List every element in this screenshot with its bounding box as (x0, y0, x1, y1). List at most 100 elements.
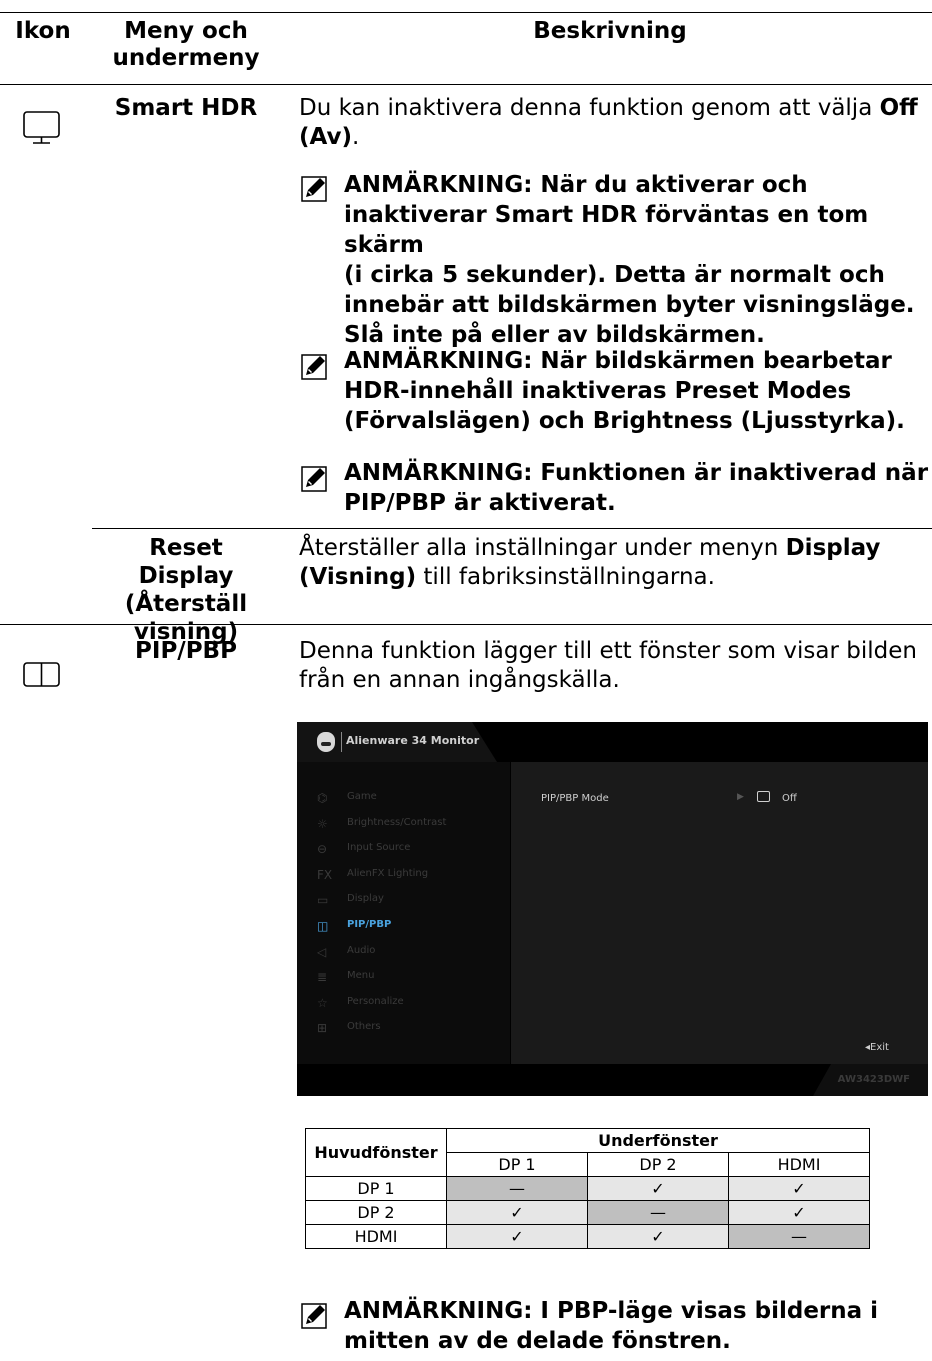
row-separator (92, 528, 932, 529)
osd-content-panel (511, 762, 928, 1064)
osd-screenshot: Alienware 34 Monitor ⌬ Game ☼ Brightness/Co… (297, 722, 928, 1096)
osd-menu-item-label: Input Source (347, 842, 411, 854)
header-menu-line2: undermeny (112, 45, 260, 71)
pip-pbp-mode-value[interactable]: Off (782, 793, 797, 804)
note-pip-pbp-disabled: ANMÄRKNING: Funktionen är inaktiverad nä… (344, 458, 929, 518)
pip-pbp-compatibility-table: Huvudfönster Underfönster DP 1 DP 2 HDMI… (305, 1128, 870, 1249)
note-line: (Förvalslägen) och Brightness (Ljusstyrk… (344, 408, 905, 434)
smart-hdr-description: Du kan inaktivera denna funktion genom a… (299, 94, 924, 152)
table-row: DP 1 — ✓ ✓ (305, 1176, 870, 1201)
osd-menu-item-others[interactable]: ⊞ Others (317, 1020, 507, 1036)
display-icon: ▭ (317, 893, 329, 908)
header-menu-column: Meny och undermeny (100, 18, 272, 72)
pip-pbp-mode-label[interactable]: PIP/PBP Mode (541, 793, 609, 804)
row-label: DP 1 (305, 1176, 447, 1201)
osd-menu-item-brightness-contrast[interactable]: ☼ Brightness/Contrast (317, 816, 507, 832)
column-header: DP 1 (446, 1152, 588, 1177)
note-line: (i cirka 5 sekunder). Detta är normalt o… (344, 262, 885, 288)
note-hdr-content: ANMÄRKNING: När bildskärmen bearbetar HD… (344, 346, 929, 436)
pip-desc-line2: från en annan ingångskälla. (299, 667, 620, 693)
reset-desc-bold1: Display (785, 535, 881, 561)
osd-menu-item-personalize[interactable]: ☆ Personalize (317, 995, 507, 1011)
column-header: HDMI (728, 1152, 870, 1177)
osd-menu-item-pip-pbp[interactable]: ◫ PIP/PBP (317, 918, 507, 934)
osd-menu-item-alienfx-lighting[interactable]: FX AlienFX Lighting (317, 867, 507, 883)
alienfx-icon: FX (317, 867, 333, 882)
osd-brand-title: Alienware 34 Monitor (346, 734, 480, 747)
note-line: PIP/PBP är aktiverat. (344, 490, 616, 516)
table-row: HDMI ✓ ✓ — (305, 1224, 870, 1249)
reset-display-description: Återställer alla inställningar under men… (299, 534, 924, 592)
window-off-icon (757, 791, 770, 802)
note-line: HDR-innehåll inaktiveras Preset Modes (344, 378, 852, 404)
note-pbp-centered: ANMÄRKNING: I PBP-läge visas bilderna i … (344, 1296, 929, 1356)
note-line: innebär att bildskärmen byter visningslä… (344, 292, 915, 318)
table-cell: — (446, 1176, 588, 1201)
osd-menu-item-label: Display (347, 893, 384, 905)
chevron-right-icon: ▶ (737, 792, 744, 802)
osd-menu-item-label: Others (347, 1021, 381, 1033)
pip-pbp-label: PIP/PBP (135, 638, 237, 664)
column-group-header: Underfönster (446, 1128, 870, 1153)
note-line: ANMÄRKNING: När bildskärmen bearbetar (344, 348, 892, 374)
audio-icon: ◁ (317, 944, 327, 959)
reset-display-label: Reset Display (Återställ visning) (100, 534, 272, 646)
table-cell: ✓ (587, 1176, 729, 1201)
osd-menu-item-label: Game (347, 791, 377, 802)
osd-menu-item-menu[interactable]: ≣ Menu (317, 969, 507, 985)
menu-icon: ≣ (317, 970, 328, 985)
row-label: HDMI (305, 1224, 447, 1249)
row-label: DP 2 (305, 1200, 447, 1225)
note-line: mitten av de delade fönstren. (344, 1328, 731, 1354)
header-description-column: Beskrivning (533, 18, 687, 44)
display-icon (22, 108, 62, 152)
table-cell: ✓ (446, 1200, 588, 1225)
table-cell: ✓ (446, 1224, 588, 1249)
table-cell: — (587, 1200, 729, 1225)
osd-menu-item-game[interactable]: ⌬ Game (317, 790, 507, 806)
others-icon: ⊞ (317, 1021, 328, 1036)
gamepad-icon: ⌬ (317, 791, 328, 805)
pip-pbp-description: Denna funktion lägger till ett fönster s… (299, 637, 927, 695)
osd-menu-item-input-source[interactable]: ⊖ Input Source (317, 841, 507, 857)
reset-desc-pre: Återställer alla inställningar under men… (299, 535, 786, 561)
osd-menu-item-display[interactable]: ▭ Display (317, 892, 507, 908)
section-separator (0, 624, 932, 625)
header-icon-column: Ikon (15, 18, 71, 44)
table-top-rule (0, 12, 932, 13)
osd-menu-item-audio[interactable]: ◁ Audio (317, 944, 507, 960)
header-menu-line1: Meny och (124, 18, 248, 44)
note-line: ANMÄRKNING: När du aktiverar och (344, 172, 808, 198)
osd-menu-panel (297, 762, 510, 1064)
smart-hdr-desc-pre: Du kan inaktivera denna funktion genom a… (299, 95, 880, 121)
input-source-icon: ⊖ (317, 842, 328, 857)
note-line: inaktiverar Smart HDR förväntas en tom s… (344, 202, 869, 258)
osd-menu-item-label: Menu (347, 970, 375, 982)
table-cell: ✓ (728, 1176, 870, 1201)
osd-menu-item-label: Personalize (347, 995, 404, 1007)
note-pencil-icon (301, 466, 327, 492)
star-icon: ☆ (317, 995, 328, 1010)
pip-desc-line1: Denna funktion lägger till ett fönster s… (299, 638, 917, 664)
smart-hdr-label: Smart HDR (114, 95, 258, 121)
osd-menu-item-label: AlienFX Lighting (347, 867, 429, 879)
header-bottom-rule (0, 84, 932, 85)
table-cell: ✓ (728, 1200, 870, 1225)
note-smart-hdr-blank-screen: ANMÄRKNING: När du aktiverar och inaktiv… (344, 170, 929, 350)
note-pencil-icon (301, 1303, 327, 1329)
osd-menu-item-label: Audio (347, 944, 376, 956)
table-cell: — (728, 1224, 870, 1249)
reset-display-line1: Reset Display (138, 535, 234, 589)
table-row: DP 2 ✓ — ✓ (305, 1200, 870, 1225)
pip-pbp-icon (22, 660, 62, 694)
note-pencil-icon (301, 176, 327, 202)
reset-display-line2: (Återställ (124, 591, 248, 617)
osd-menu-item-label: Brightness/Contrast (347, 816, 447, 828)
alienware-logo-eye (321, 742, 331, 746)
note-line: ANMÄRKNING: I PBP-läge visas bilderna i (344, 1298, 879, 1324)
pip-pbp-icon: ◫ (317, 919, 329, 933)
column-header: DP 2 (587, 1152, 729, 1177)
osd-menu-item-label: PIP/PBP (347, 919, 392, 930)
osd-exit-button[interactable]: ◂Exit (865, 1042, 889, 1053)
note-line: ANMÄRKNING: Funktionen är inaktiverad nä… (344, 460, 929, 486)
